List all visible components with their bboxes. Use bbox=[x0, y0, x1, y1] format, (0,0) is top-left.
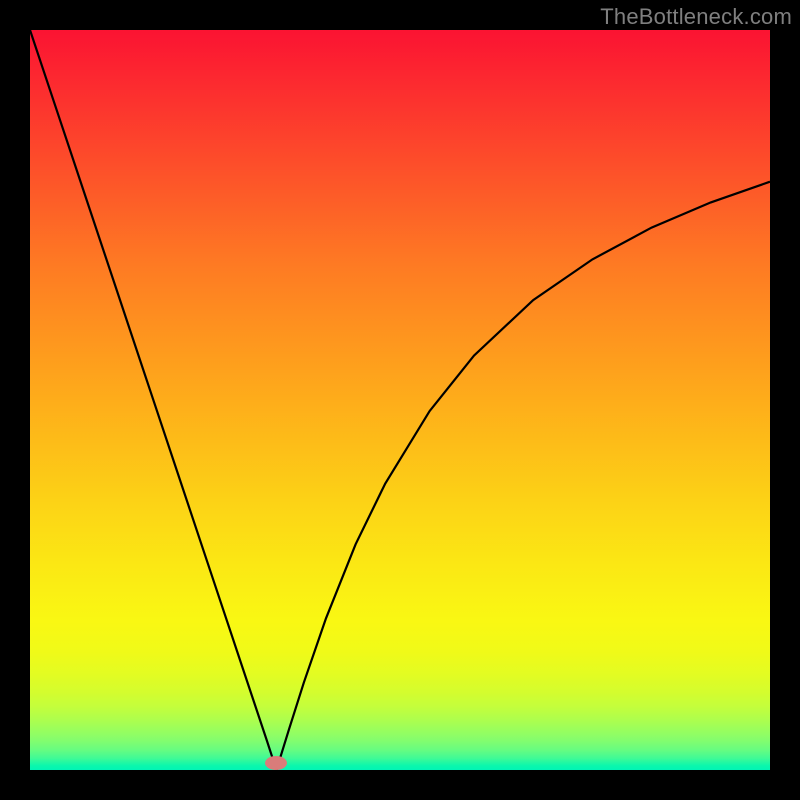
plot-area bbox=[30, 30, 770, 770]
watermark-text: TheBottleneck.com bbox=[600, 4, 792, 30]
bottleneck-curve bbox=[30, 30, 770, 770]
chart-frame: TheBottleneck.com bbox=[0, 0, 800, 800]
